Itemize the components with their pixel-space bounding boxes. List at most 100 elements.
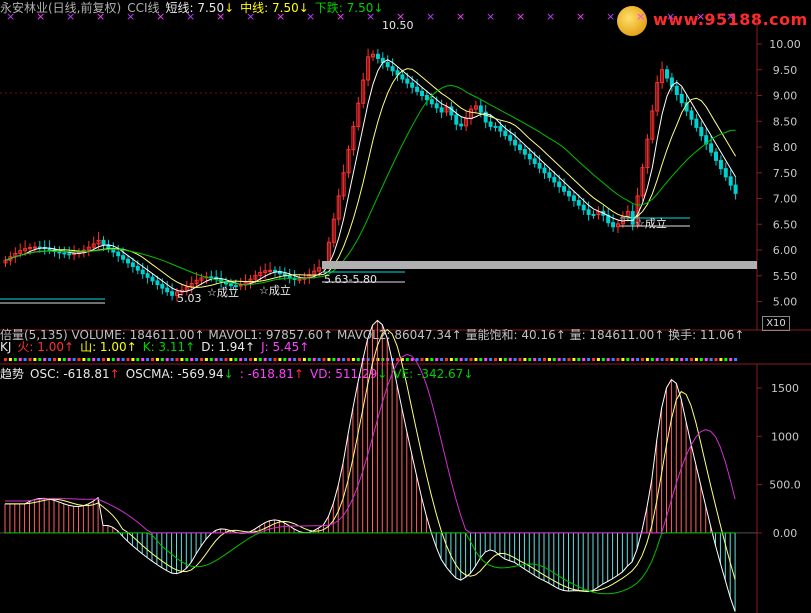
marker-icon: × (696, 10, 705, 23)
candle-body (508, 135, 513, 141)
kj-bar (126, 358, 130, 361)
kj-bar (464, 358, 468, 361)
kj-bar (582, 358, 586, 361)
candle-body (488, 121, 493, 127)
kj-bar (562, 358, 566, 361)
candle-body (493, 125, 498, 128)
candle-body (611, 222, 616, 228)
candle-body (410, 82, 415, 88)
candle-body (498, 125, 503, 132)
kj-bar (121, 358, 125, 361)
marker-icon: × (456, 10, 465, 23)
candle-body (273, 269, 277, 272)
kj-bar (332, 358, 336, 361)
kj-bar (53, 358, 56, 361)
candle-body (150, 276, 155, 282)
kj-bar (253, 358, 257, 361)
kj-bar (523, 358, 527, 361)
candle-body (567, 190, 571, 197)
marker-icon: × (726, 10, 735, 23)
kj-bar (616, 358, 620, 361)
kj-bar (102, 358, 105, 361)
kj-bar (18, 358, 22, 361)
kj-bar (312, 358, 316, 361)
kj-bar (62, 358, 66, 361)
marker-icon: × (126, 10, 135, 23)
candle-body (522, 149, 527, 155)
chart-canvas[interactable]: 10.00 9.50 9.00 8.50 8.00 7.50 7.00 6.50 6.00 5.5… (0, 0, 811, 613)
kj-bar (146, 358, 150, 361)
kj-bar (729, 358, 733, 361)
kj-bar (258, 358, 262, 361)
signal-label: ☆成立 (207, 285, 239, 299)
candle-body (375, 53, 380, 59)
candle-body (537, 162, 542, 169)
candle-body (679, 93, 684, 104)
candle-body (165, 287, 170, 293)
candle-body (532, 158, 537, 164)
candle-body (209, 276, 214, 279)
kj-bar (327, 358, 331, 361)
kj-bar (405, 358, 409, 361)
candle-body (699, 126, 704, 137)
marker-icon: × (246, 10, 255, 23)
kj-bar (518, 358, 522, 361)
price-tick-label: 8.50 (773, 115, 798, 128)
kj-bar (204, 358, 208, 361)
kj-bar (670, 358, 674, 361)
candle-body (665, 69, 669, 79)
candle-body (513, 139, 518, 146)
price-tick-label: 9.00 (773, 90, 798, 103)
kj-bar (626, 358, 630, 361)
kj-bar (425, 358, 429, 361)
kj-bar (680, 358, 684, 361)
kj-bar (440, 358, 444, 361)
kj-bar (151, 358, 154, 361)
candle-body (547, 172, 552, 178)
low-price-label: 5.03 (177, 292, 202, 305)
candle-body (67, 253, 72, 256)
kj-bar (214, 358, 218, 361)
candle-body (32, 246, 37, 249)
signal-label: ☆成立 (259, 283, 291, 297)
candle-body (733, 184, 738, 194)
candle-body (557, 181, 562, 188)
kj-bar (709, 358, 713, 361)
kj-bar (342, 358, 346, 361)
kj-bar (494, 358, 497, 361)
candle-body (478, 105, 483, 113)
trend-name[interactable]: 趋势 (0, 367, 24, 381)
kj-bar (116, 358, 120, 361)
kj-bar (92, 358, 96, 361)
kj-bar (57, 358, 61, 361)
candle-body (155, 280, 160, 286)
kj-name[interactable]: KJ (0, 340, 11, 354)
marker-icon: × (36, 10, 45, 23)
candle-body (135, 265, 140, 271)
candle-body (385, 62, 390, 68)
kj-bar (655, 358, 659, 361)
candle-body (571, 195, 576, 202)
range-label: 5.63-5.80 (324, 273, 377, 286)
kj-bar (665, 358, 669, 361)
trend-vd: VD: 511.29↓ (309, 367, 388, 381)
kj-bar (734, 358, 738, 361)
candle-body (268, 269, 273, 272)
moving-average-line (5, 59, 737, 292)
kj-bar (195, 358, 199, 361)
zoom-x10-button[interactable]: X10 (762, 316, 790, 331)
kj-bar (33, 358, 37, 361)
kj-bar (552, 358, 556, 361)
candle-body (581, 204, 586, 211)
candle-body (728, 176, 733, 186)
price-tick-label: 10.00 (769, 38, 801, 51)
candle-body (718, 159, 723, 170)
candle-body (116, 251, 121, 257)
kj-bar (459, 358, 463, 361)
candle-body (576, 200, 581, 206)
price-tick-label: 5.50 (773, 270, 798, 283)
kj-bar (533, 358, 537, 361)
price-tick-label: 9.50 (773, 64, 798, 77)
kj-bar (356, 358, 360, 361)
candle-body (400, 74, 405, 80)
